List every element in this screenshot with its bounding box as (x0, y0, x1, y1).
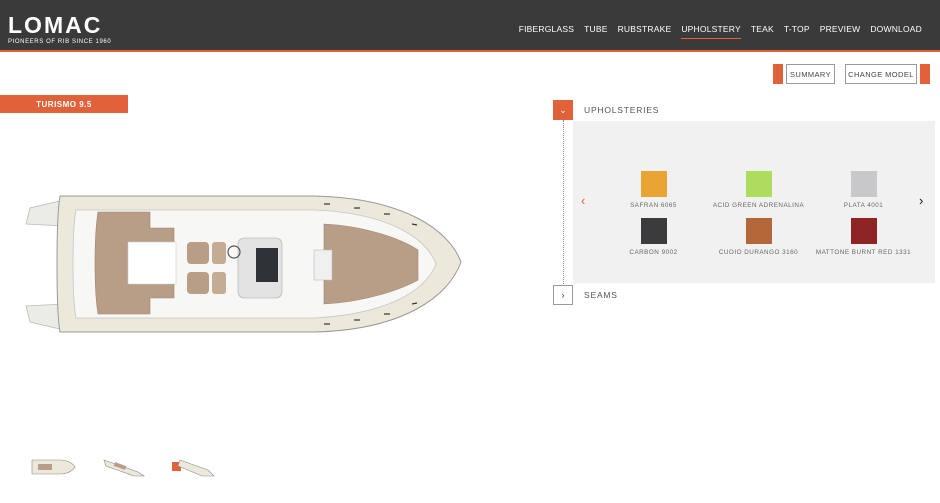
boat-thumb-icon (103, 459, 145, 477)
thumbnail-rear-view[interactable] (172, 456, 220, 478)
swatch-color-chip (640, 171, 667, 197)
swatch-acid-green-adrenalina[interactable]: ACID GREEN ADRENALINA (706, 171, 811, 209)
lomac-logo[interactable]: LOMAC PIONEERS OF RIB SINCE 1960 (8, 12, 112, 46)
summary-accent-bar (773, 64, 783, 84)
chevron-right-icon[interactable]: › (919, 194, 923, 207)
logo-wordmark: LOMAC (8, 12, 103, 38)
chevron-right-icon[interactable]: › (553, 285, 573, 305)
boat-top-view-illustration (25, 195, 462, 333)
thumbnail-top-view[interactable] (28, 456, 76, 478)
swatch-label: CARBON 9002 (629, 249, 678, 256)
nav-upholstery[interactable]: UPHOLSTERY (681, 24, 741, 39)
nav-t-top[interactable]: T-TOP (784, 24, 810, 39)
chevron-left-icon[interactable]: ‹ (581, 194, 585, 207)
nav-tube[interactable]: TUBE (584, 24, 607, 39)
accordion-dotted-line (563, 120, 564, 284)
model-name-tag: TURISMO 9.5 (0, 95, 128, 113)
swatch-color-chip (850, 218, 877, 244)
seams-title: SEAMS (584, 290, 618, 300)
swatch-safran-6065[interactable]: SAFRAN 6065 (601, 171, 706, 209)
site-header: LOMAC PIONEERS OF RIB SINCE 1960 FIBERGL… (0, 0, 940, 52)
logo-tagline: PIONEERS OF RIB SINCE 1960 (8, 39, 112, 45)
swatch-label: CUOIO DURANGO 3160 (718, 249, 799, 256)
swatch-label: ACID GREEN ADRENALINA (712, 202, 805, 209)
swatch-color-chip (745, 171, 772, 197)
change-model-accent-bar (920, 64, 930, 84)
chevron-down-icon[interactable]: ⌄ (553, 100, 573, 120)
upholsteries-title: UPHOLSTERIES (584, 105, 660, 115)
nav-fiberglass[interactable]: FIBERGLASS (519, 24, 574, 39)
summary-button[interactable]: SUMMARY (786, 64, 835, 84)
boat-preview (24, 180, 464, 355)
swatch-color-chip (640, 218, 667, 244)
upholsteries-section-header[interactable]: ⌄ UPHOLSTERIES (553, 100, 659, 120)
upholsteries-panel: ‹ › SAFRAN 6065 ACID GREEN ADRENALINA PL… (573, 121, 935, 283)
swatch-color-chip (850, 171, 877, 197)
swatch-carbon-9002[interactable]: CARBON 9002 (601, 218, 706, 256)
boat-thumb-icon (31, 459, 76, 475)
swatch-mattone-burnt-red-1331[interactable]: MATTONE BURNT RED 1331 (811, 218, 916, 256)
nav-download[interactable]: DOWNLOAD (870, 24, 922, 39)
main-nav: FIBERGLASS TUBE RUBSTRAKE UPHOLSTERY TEA… (519, 24, 922, 39)
swatch-plata-4001[interactable]: PLATA 4001 (811, 171, 916, 209)
swatch-color-chip (745, 218, 772, 244)
thumbnail-side-view[interactable] (100, 456, 148, 478)
view-thumbnails (28, 456, 220, 478)
change-model-button[interactable]: CHANGE MODEL (845, 64, 917, 84)
swatch-cuoio-durango-3160[interactable]: CUOIO DURANGO 3160 (706, 218, 811, 256)
seams-section-header[interactable]: › SEAMS (553, 285, 618, 305)
nav-rubstrake[interactable]: RUBSTRAKE (618, 24, 672, 39)
swatch-label: MATTONE BURNT RED 1331 (815, 249, 912, 256)
swatch-grid: SAFRAN 6065 ACID GREEN ADRENALINA PLATA … (601, 171, 916, 256)
nav-teak[interactable]: TEAK (751, 24, 774, 39)
boat-thumb-icon (172, 459, 215, 477)
swatch-label: SAFRAN 6065 (630, 202, 677, 209)
swatch-label: PLATA 4001 (843, 202, 884, 209)
nav-preview[interactable]: PREVIEW (820, 24, 861, 39)
